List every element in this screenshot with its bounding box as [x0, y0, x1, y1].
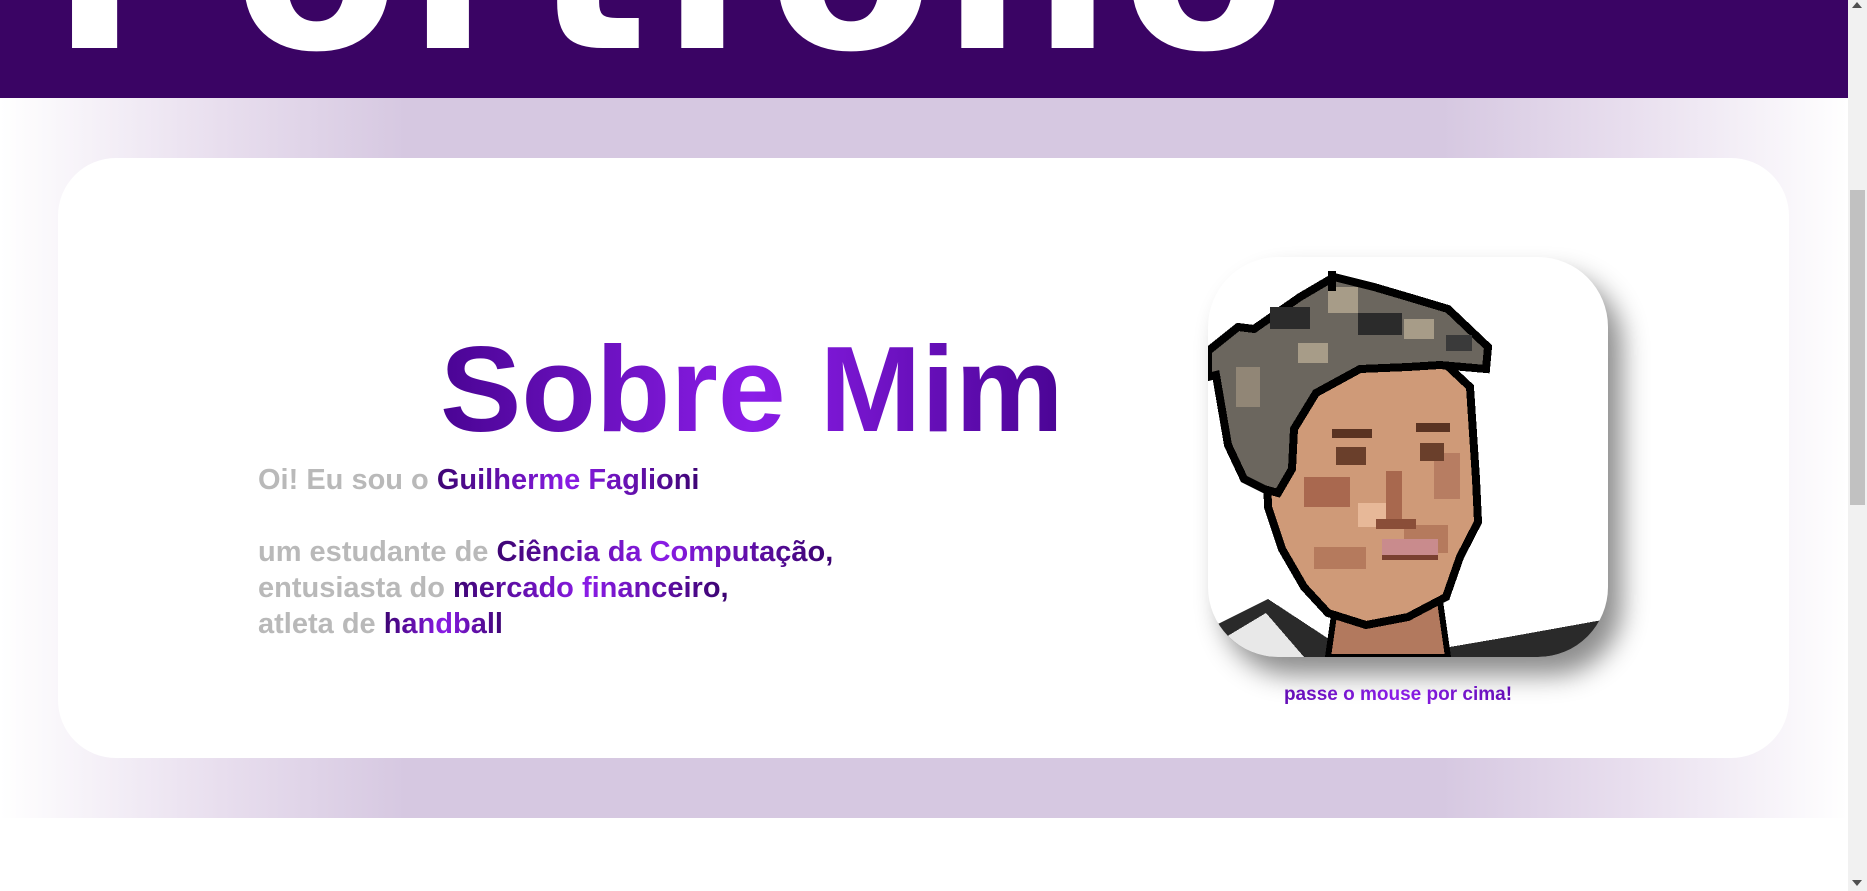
intro-prefix: Oi! Eu sou o: [258, 464, 437, 496]
avatar-image[interactable]: [1208, 257, 1608, 657]
market-highlight: mercado financeiro: [453, 572, 721, 604]
bio-line-sport: atleta de handball: [258, 606, 833, 642]
study-prefix: um estudante de: [258, 536, 497, 568]
bio-line-study: um estudante de Ciência da Computação,: [258, 534, 833, 570]
name-highlight: Guilherme Faglioni: [436, 464, 700, 496]
about-text: Oi! Eu sou o Guilherme Faglioni um estud…: [258, 462, 833, 642]
scrollbar-thumb[interactable]: [1850, 190, 1865, 505]
sport-highlight: handball: [383, 608, 503, 640]
intro-line: Oi! Eu sou o Guilherme Faglioni: [258, 462, 833, 498]
avatar-hover-hint: passe o mouse por cima!: [1208, 684, 1588, 706]
pixel-portrait: [1208, 271, 1608, 657]
about-heading: Sobre Mim: [440, 321, 1064, 457]
study-highlight: Ciência da Computação: [496, 536, 826, 568]
sport-prefix: atleta de: [258, 608, 384, 640]
bio-line-market: entusiasta do mercado financeiro,: [258, 570, 833, 606]
market-prefix: entusiasta do: [258, 572, 453, 604]
site-title: Portfólio: [50, 0, 1295, 85]
scroll-up-arrow-icon[interactable]: [1852, 2, 1862, 8]
page-scrollbar[interactable]: [1848, 0, 1867, 891]
scroll-down-arrow-icon[interactable]: [1852, 880, 1862, 886]
market-comma: ,: [720, 572, 729, 604]
site-header: Portfólio: [0, 0, 1848, 98]
study-comma: ,: [825, 536, 834, 568]
